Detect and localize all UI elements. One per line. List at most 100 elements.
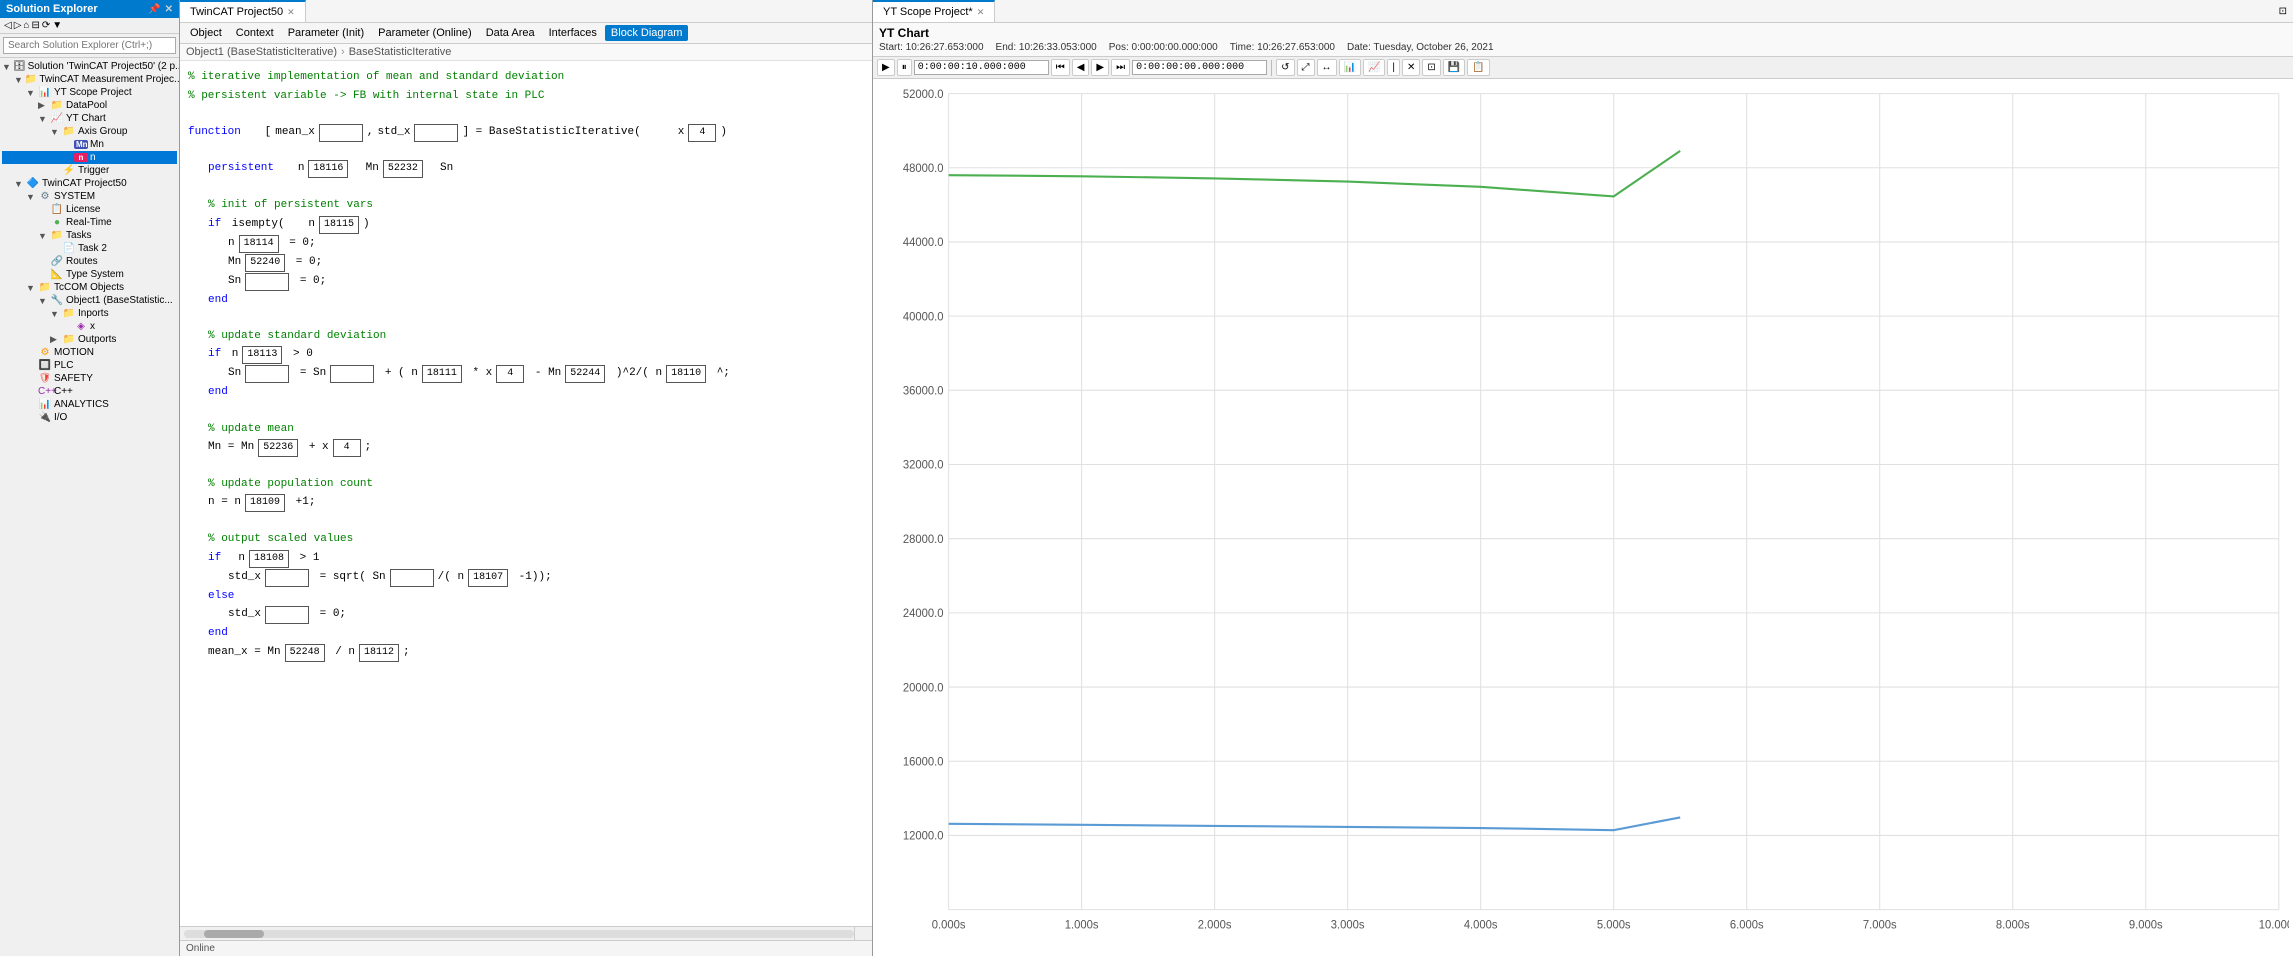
tree-system[interactable]: ▼ ⚙ SYSTEM — [2, 190, 177, 203]
std-x-box[interactable] — [414, 124, 458, 142]
tab-close-button[interactable]: ✕ — [287, 7, 295, 18]
chart-btn1[interactable]: 📊 — [1339, 59, 1361, 76]
play-button[interactable]: ▶ — [877, 59, 895, 76]
tree-io[interactable]: ▶ 🔌 I/O — [2, 411, 177, 424]
n-18108-box[interactable]: 18108 — [249, 550, 289, 568]
menu-object[interactable]: Object — [184, 25, 228, 41]
scope-tab[interactable]: YT Scope Project* ✕ — [873, 0, 995, 22]
chart-btn6[interactable]: 💾 — [1443, 59, 1465, 76]
tree-twincat50[interactable]: ▼ 🔷 TwinCAT Project50 — [2, 177, 177, 190]
tree-outports[interactable]: ▶ 📁 Outports — [2, 333, 177, 346]
filter-icon[interactable]: ▼ — [52, 20, 62, 31]
zoom-button[interactable]: ⤢ — [1297, 59, 1315, 76]
stdx-box[interactable] — [265, 569, 309, 587]
n-18115-box[interactable]: 18115 — [319, 216, 359, 234]
tree-typesystem[interactable]: ▶ 📐 Type System — [2, 268, 177, 281]
menu-data-area[interactable]: Data Area — [480, 25, 541, 41]
tree-x-inport[interactable]: ▶ ◈ x — [2, 320, 177, 333]
code-line-mean-comment: % update mean — [188, 421, 864, 439]
tree-object1[interactable]: ▼ 🔧 Object1 (BaseStatistic... — [2, 294, 177, 307]
menu-context[interactable]: Context — [230, 25, 280, 41]
menu-param-init[interactable]: Parameter (Init) — [282, 25, 370, 41]
sn-box3[interactable] — [330, 365, 374, 383]
tree-inports[interactable]: ▼ 📁 Inports — [2, 307, 177, 320]
reset-button[interactable]: ↺ — [1276, 59, 1294, 76]
tree-measurement[interactable]: ▼ 📁 TwinCAT Measurement Projec... — [2, 73, 177, 86]
chart-btn4[interactable]: ✕ — [1402, 59, 1420, 76]
menu-interfaces[interactable]: Interfaces — [543, 25, 603, 41]
tree-axis-group[interactable]: ▼ 📁 Axis Group — [2, 125, 177, 138]
task-icon: 📄 — [62, 243, 76, 254]
mn-52240-box[interactable]: 52240 — [245, 254, 285, 272]
n-18110-box[interactable]: 18110 — [666, 365, 706, 383]
mn-52236-box[interactable]: 52236 — [258, 439, 298, 457]
mn-52244-box[interactable]: 52244 — [565, 365, 605, 383]
zoom-x-button[interactable]: ↔ — [1317, 59, 1337, 76]
tree-n[interactable]: ▶ n n — [2, 151, 177, 164]
tree-safety[interactable]: ▶ 🛡 SAFETY — [2, 372, 177, 385]
tree-cpp[interactable]: ▶ C++ C++ — [2, 385, 177, 398]
search-box[interactable] — [0, 34, 179, 58]
stdx-zero-box[interactable] — [265, 606, 309, 624]
tree-datapool[interactable]: ▶ 📁 DataPool — [2, 99, 177, 112]
chart-btn3[interactable]: | — [1387, 59, 1400, 76]
menu-param-online[interactable]: Parameter (Online) — [372, 25, 478, 41]
pin-icon[interactable]: 📌 — [148, 4, 160, 15]
n-18116-box[interactable]: 18116 — [308, 160, 348, 178]
collapse-icon[interactable]: ⊟ — [31, 20, 39, 31]
scope-header-info: Start: 10:26:27.653:000 End: 10:26:33.05… — [879, 42, 2287, 53]
tree-task2[interactable]: ▶ 📄 Task 2 — [2, 242, 177, 255]
n-18107-box[interactable]: 18107 — [468, 569, 508, 587]
refresh-icon[interactable]: ⟳ — [42, 20, 50, 31]
tree-yt-scope[interactable]: ▼ 📊 YT Scope Project — [2, 86, 177, 99]
h-scrollbar[interactable] — [184, 930, 854, 938]
pause-button[interactable]: ⏸ — [897, 59, 912, 76]
tree-realtime[interactable]: ▶ ● Real-Time — [2, 216, 177, 229]
tree-analytics[interactable]: ▶ 📊 ANALYTICS — [2, 398, 177, 411]
time-from-input[interactable] — [914, 60, 1049, 75]
tree-tccom[interactable]: ▼ 📁 TcCOM Objects — [2, 281, 177, 294]
close-icon[interactable]: ✕ — [165, 4, 173, 15]
tree-trigger[interactable]: ▶ ⚡ Trigger — [2, 164, 177, 177]
tree-mn[interactable]: ▶ Mn Mn — [2, 138, 177, 151]
x-4-box[interactable]: 4 — [496, 365, 524, 383]
sn-box2[interactable] — [245, 365, 289, 383]
scope-maximize[interactable]: ⊡ — [2279, 6, 2293, 17]
safety-icon: 🛡 — [38, 373, 52, 384]
forward-icon[interactable]: ▷ — [14, 20, 22, 31]
x-val-box[interactable]: 4 — [688, 124, 716, 142]
n-18111-box[interactable]: 18111 — [422, 365, 462, 383]
search-input[interactable] — [3, 37, 176, 54]
sn-box[interactable] — [245, 273, 289, 291]
mn-52232-box[interactable]: 52232 — [383, 160, 423, 178]
chart-btn5[interactable]: ⊡ — [1422, 59, 1440, 76]
prev-button[interactable]: ◀ — [1072, 59, 1090, 76]
tree-yt-chart[interactable]: ▼ 📈 YT Chart — [2, 112, 177, 125]
tree-motion[interactable]: ▶ ⚙ MOTION — [2, 346, 177, 359]
time-to-input[interactable] — [1132, 60, 1267, 75]
sn-box4[interactable] — [390, 569, 434, 587]
n-18114-box[interactable]: 18114 — [239, 235, 279, 253]
tree-license[interactable]: ▶ 📋 License — [2, 203, 177, 216]
n-18112-box[interactable]: 18112 — [359, 644, 399, 662]
h-scrollbar-thumb[interactable] — [204, 930, 264, 938]
chart-btn2[interactable]: 📈 — [1363, 59, 1385, 76]
next-button[interactable]: ▶ — [1091, 59, 1109, 76]
back-icon[interactable]: ◁ — [4, 20, 12, 31]
n-18113-box[interactable]: 18113 — [242, 346, 282, 364]
skip-end-button[interactable]: ⏭ — [1111, 59, 1130, 76]
tree-solution[interactable]: ▼ 🗄 Solution 'TwinCAT Project50' (2 p... — [2, 60, 177, 73]
mn-52248-box[interactable]: 52248 — [285, 644, 325, 662]
skip-start-button[interactable]: ⏮ — [1051, 59, 1070, 76]
home-icon[interactable]: ⌂ — [23, 20, 29, 31]
scope-tab-close[interactable]: ✕ — [977, 7, 985, 18]
editor-tab-active[interactable]: TwinCAT Project50 ✕ — [180, 0, 306, 22]
tree-routes[interactable]: ▶ 🔗 Routes — [2, 255, 177, 268]
x-4b-box[interactable]: 4 — [333, 439, 361, 457]
mean-x-box[interactable] — [319, 124, 363, 142]
tree-tasks[interactable]: ▼ 📁 Tasks — [2, 229, 177, 242]
menu-block-diagram[interactable]: Block Diagram — [605, 25, 689, 41]
n-18109-box[interactable]: 18109 — [245, 494, 285, 512]
chart-btn7[interactable]: 📋 — [1467, 59, 1489, 76]
tree-plc[interactable]: ▶ 🔲 PLC — [2, 359, 177, 372]
